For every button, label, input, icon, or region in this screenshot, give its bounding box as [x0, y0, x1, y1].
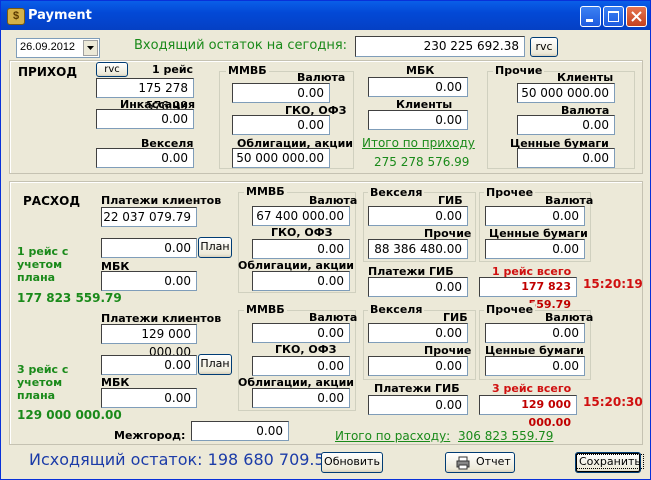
outgoing-balance-label: Исходящий остаток: [29, 450, 203, 469]
reis1-field[interactable]: 175 278 576.99 [96, 78, 194, 113]
r1-mmvb-obl-field[interactable]: 0.00 [252, 271, 350, 291]
expense-total-link[interactable]: Итого по расходу: [335, 429, 450, 443]
r1-mbk-field[interactable]: 0.00 [101, 271, 197, 291]
r3-mmvb-gko-field[interactable]: 0.00 [252, 356, 350, 376]
r3-plan-button[interactable]: План [198, 354, 232, 375]
r3-mmvb-gko-label: ГКО, ОФЗ [275, 343, 337, 356]
money-bag-icon: $ [7, 8, 25, 25]
close-icon [631, 11, 642, 22]
r3-valuta-field[interactable]: 0.00 [485, 323, 585, 343]
save-button-label: Сохранить [576, 454, 644, 469]
r3-plan-field[interactable]: 0.00 [101, 355, 197, 375]
income-clients-field[interactable]: 0.00 [368, 110, 468, 130]
date-picker[interactable]: 26.09.2012 [16, 38, 100, 58]
r1-mmvb-title: ММВБ [244, 185, 287, 198]
maximize-button[interactable] [603, 6, 624, 27]
income-total-value: 275 278 576.99 [374, 155, 470, 169]
r3-side-total: 129 000 000.00 [17, 408, 122, 422]
income-total-link[interactable]: Итого по приходу [362, 136, 475, 150]
intercity-field[interactable]: 0.00 [191, 421, 289, 441]
r3-prochie-field[interactable]: 0.00 [368, 356, 468, 376]
r1-mmvb-gko-label: ГКО, ОФЗ [271, 226, 333, 239]
expense-total-value: 306 823 559.79 [458, 429, 554, 443]
r1-mmvb-valuta-field[interactable]: 67 400 000.00 [252, 206, 350, 226]
minimize-icon [586, 19, 593, 22]
r1-plan-button[interactable]: План [198, 237, 232, 258]
r3-mmvb-title: ММВБ [244, 303, 287, 316]
payment-window: $ Payment 26.09.2012 Входящий остаток на… [0, 0, 651, 480]
r3-side-label: 3 рейс с учетом плана [17, 363, 69, 402]
close-button[interactable] [626, 6, 647, 27]
r3-total-label: 3 рейс всего [492, 382, 572, 395]
window-title: Payment [28, 8, 92, 23]
r1-valuta-field[interactable]: 0.00 [485, 206, 585, 226]
r3-veksel-title: Векселя [368, 303, 425, 316]
r3-pay-gib-field[interactable]: 0.00 [368, 395, 468, 415]
maximize-icon [608, 11, 619, 22]
outgoing-balance-value: 198 680 709.58 [207, 450, 335, 469]
inkass-field[interactable]: 0.00 [96, 109, 194, 129]
r3-mbk-field[interactable]: 0.00 [101, 388, 197, 408]
r1-cb-field[interactable]: 0.00 [485, 239, 585, 259]
reis1-label: 1 рейс [152, 63, 194, 76]
minimize-button[interactable] [580, 6, 601, 27]
r3-time: 15:20:30 [583, 395, 643, 409]
title-bar[interactable]: $ Payment [1, 1, 650, 30]
r1-payments-field[interactable]: 22 037 079.79 [101, 207, 197, 227]
save-button[interactable]: Сохранить [575, 452, 644, 473]
report-button-label: Отчет [476, 455, 511, 468]
r3-total-field[interactable]: 129 000 000.00 [479, 395, 577, 429]
income-mmvb-valuta-field[interactable]: 0.00 [232, 83, 330, 103]
other-valuta-field[interactable]: 0.00 [517, 115, 615, 135]
r3-payments-field[interactable]: 129 000 000.00 [101, 324, 197, 359]
r1-mmvb-gko-field[interactable]: 0.00 [252, 239, 350, 259]
report-button[interactable]: Отчет [445, 452, 515, 473]
expense-title: РАСХОД [23, 194, 81, 208]
income-mmvb-title: ММВБ [226, 64, 269, 77]
income-mmvb-gko-field[interactable]: 0.00 [232, 115, 330, 135]
r1-total-field[interactable]: 177 823 559.79 [479, 277, 577, 311]
date-value: 26.09.2012 [20, 41, 76, 53]
r1-veksel-title: Векселя [368, 186, 425, 199]
r3-gib-field[interactable]: 0.00 [368, 323, 468, 343]
other-cb-field[interactable]: 0.00 [517, 148, 615, 168]
chevron-down-icon[interactable] [83, 40, 98, 56]
outgoing-balance: Исходящий остаток: 198 680 709.58 [29, 450, 335, 469]
income-title: ПРИХОД [18, 65, 78, 79]
incoming-balance-field[interactable]: 230 225 692.38 [355, 36, 525, 57]
r3-mmvb-obl-field[interactable]: 0.00 [252, 388, 350, 408]
r3-cb-field[interactable]: 0.00 [485, 356, 585, 376]
other-clients-field[interactable]: 50 000 000.00 [517, 83, 615, 103]
intercity-label: Межгород: [114, 429, 186, 442]
r3-mmvb-valuta-field[interactable]: 0.00 [252, 323, 350, 343]
r1-prochie-field[interactable]: 88 386 480.00 [368, 239, 468, 259]
income-rvc-button[interactable]: rvc [96, 62, 128, 77]
r1-plan-field[interactable]: 0.00 [101, 238, 197, 258]
income-mmvb-obl-field[interactable]: 50 000 000.00 [232, 148, 330, 168]
r1-prochee-title: Прочее [484, 186, 536, 199]
refresh-button[interactable]: Обновить [321, 452, 383, 473]
income-mbk-field[interactable]: 0.00 [368, 77, 468, 97]
printer-icon [456, 456, 470, 470]
income-other-title: Прочие [493, 64, 545, 77]
r1-side-label: 1 рейс с учетом плана [17, 245, 69, 284]
incoming-balance-label: Входящий остаток на сегодня: [134, 38, 348, 53]
r1-payments-label: Платежи клиентов [101, 194, 222, 207]
top-rvc-button[interactable]: rvc [530, 37, 558, 57]
income-mbk-label: МБК [406, 64, 435, 77]
r3-pay-gib-label: Платежи ГИБ [374, 382, 460, 395]
r3-prochee-title: Прочее [484, 303, 536, 316]
veksel-field[interactable]: 0.00 [96, 148, 194, 168]
r1-gib-field[interactable]: 0.00 [368, 206, 468, 226]
r1-time: 15:20:19 [583, 277, 643, 291]
r1-pay-gib-field[interactable]: 0.00 [368, 277, 468, 297]
r1-side-total: 177 823 559.79 [17, 291, 122, 305]
